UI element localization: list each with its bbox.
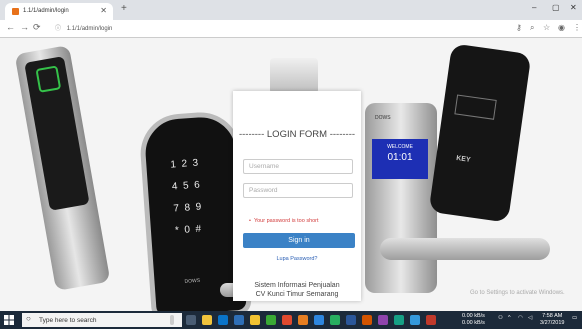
page-background: 1 2 34 5 67 8 9 * 0 # DOWS DOWS WELCOME 0… bbox=[0, 38, 582, 311]
file-explorer-icon[interactable] bbox=[202, 315, 212, 325]
app-icon-3[interactable] bbox=[298, 315, 308, 325]
app-icon-7[interactable] bbox=[378, 315, 388, 325]
activate-windows-watermark: Go to Settings to activate Windows. bbox=[470, 290, 565, 296]
minimize-button[interactable]: – bbox=[532, 3, 536, 12]
zoom-icon[interactable]: ⌕ bbox=[530, 23, 534, 33]
word-icon[interactable] bbox=[346, 315, 356, 325]
display-lock-image: DOWS WELCOME 01:01 bbox=[365, 103, 437, 293]
system-name-line2: CV Kunci Timur Semarang bbox=[255, 291, 339, 298]
app-icon-10[interactable] bbox=[426, 315, 436, 325]
lock-brand-2: DOWS bbox=[375, 115, 391, 121]
net-up: 0.00 kB/s bbox=[462, 313, 485, 319]
person-icon[interactable]: ⚇ bbox=[498, 315, 503, 321]
address-bar[interactable]: ⓘ 1.1/1/admin/login bbox=[55, 23, 485, 34]
lever-handle-image bbox=[380, 238, 550, 260]
favicon-icon bbox=[12, 8, 19, 15]
reload-icon[interactable]: ⟳ bbox=[33, 22, 41, 33]
app-icon-6[interactable] bbox=[362, 315, 372, 325]
login-title: -------- LOGIN FORM -------- bbox=[238, 129, 356, 140]
browser-tab[interactable]: 1.1/1/admin/login ✕ bbox=[5, 3, 113, 20]
lcd-time: 01:01 bbox=[387, 152, 413, 163]
tab-close-icon[interactable]: ✕ bbox=[100, 6, 107, 15]
mail-icon[interactable] bbox=[234, 315, 244, 325]
sign-in-button[interactable]: Sign in bbox=[243, 233, 355, 248]
new-tab-button[interactable]: + bbox=[121, 3, 127, 14]
menu-icon[interactable]: ⋮ bbox=[573, 23, 581, 32]
wifi-icon[interactable]: ◠ bbox=[518, 315, 523, 321]
door-lock-image bbox=[14, 45, 111, 291]
clock-date: 3/27/2019 bbox=[540, 320, 565, 326]
store-icon[interactable] bbox=[218, 315, 228, 325]
app-icon-1[interactable] bbox=[266, 315, 276, 325]
lcd-display: WELCOME 01:01 bbox=[372, 139, 428, 179]
fingerprint-icon bbox=[35, 65, 62, 93]
clock[interactable]: 7:58 AM 3/27/2019 bbox=[540, 313, 564, 327]
taskbar-search[interactable]: ○ Type here to search bbox=[22, 313, 182, 327]
password-field[interactable]: Password bbox=[243, 183, 353, 198]
app-icon-4[interactable] bbox=[314, 315, 324, 325]
card-lock-image: KEY bbox=[428, 43, 532, 223]
browser-toolbar: ← → ⟳ ⓘ 1.1/1/admin/login ⚷ ⌕ ☆ ◉ ⋮ bbox=[0, 20, 582, 38]
chrome-icon[interactable] bbox=[250, 315, 260, 325]
back-icon[interactable]: ← bbox=[6, 22, 15, 32]
tab-title: 1.1/1/admin/login bbox=[23, 8, 69, 14]
card-slot bbox=[454, 94, 497, 120]
forward-icon[interactable]: → bbox=[20, 22, 29, 32]
lcd-welcome: WELCOME bbox=[387, 144, 413, 150]
login-card: -------- LOGIN FORM -------- Username Pa… bbox=[233, 91, 361, 301]
address-text: 1.1/1/admin/login bbox=[66, 26, 113, 32]
info-icon[interactable]: ⓘ bbox=[55, 26, 61, 32]
handle-image bbox=[270, 58, 318, 94]
bookmark-star-icon[interactable]: ☆ bbox=[543, 23, 550, 32]
volume-icon[interactable]: ◁ bbox=[528, 315, 532, 321]
network-speed: 0.00 kB/s 0.00 kB/s bbox=[462, 313, 485, 327]
system-name-line1: Sistem Informasi Penjualan bbox=[254, 282, 340, 289]
app-icon-9[interactable] bbox=[410, 315, 420, 325]
app-icon-2[interactable] bbox=[282, 315, 292, 325]
search-icon: ○ bbox=[26, 314, 31, 323]
key-label: KEY bbox=[455, 154, 471, 164]
key-icon[interactable]: ⚷ bbox=[516, 23, 522, 32]
tab-strip: 1.1/1/admin/login ✕ + – ▢ ✕ bbox=[0, 0, 582, 20]
app-icon-5[interactable] bbox=[330, 315, 340, 325]
system-name: Sistem Informasi Penjualan CV Kunci Timu… bbox=[233, 281, 361, 299]
windows-start-icon[interactable] bbox=[4, 315, 14, 325]
lock-brand: DOWS bbox=[184, 277, 201, 285]
username-field[interactable]: Username bbox=[243, 159, 353, 174]
forgot-password-link[interactable]: Lupa Password? bbox=[233, 256, 361, 262]
search-placeholder: Type here to search bbox=[39, 317, 97, 324]
password-error: Your password is too short bbox=[249, 218, 319, 224]
app-icon-8[interactable] bbox=[394, 315, 404, 325]
taskbar: ○ Type here to search 0.00 kB/s 0.00 kB/… bbox=[0, 311, 582, 329]
net-down: 0.00 kB/s bbox=[462, 320, 485, 326]
notification-icon[interactable]: ▭ bbox=[572, 315, 577, 321]
clock-time: 7:58 AM bbox=[542, 313, 563, 319]
close-window-button[interactable]: ✕ bbox=[570, 3, 577, 12]
chevron-up-icon[interactable]: ^ bbox=[508, 315, 511, 321]
profile-icon[interactable]: ◉ bbox=[558, 23, 565, 32]
microphone-icon[interactable] bbox=[170, 315, 174, 325]
keypad-digits: 1 2 34 5 67 8 9 * 0 # bbox=[170, 157, 202, 237]
maximize-button[interactable]: ▢ bbox=[552, 3, 560, 12]
task-view-icon[interactable] bbox=[186, 315, 196, 325]
